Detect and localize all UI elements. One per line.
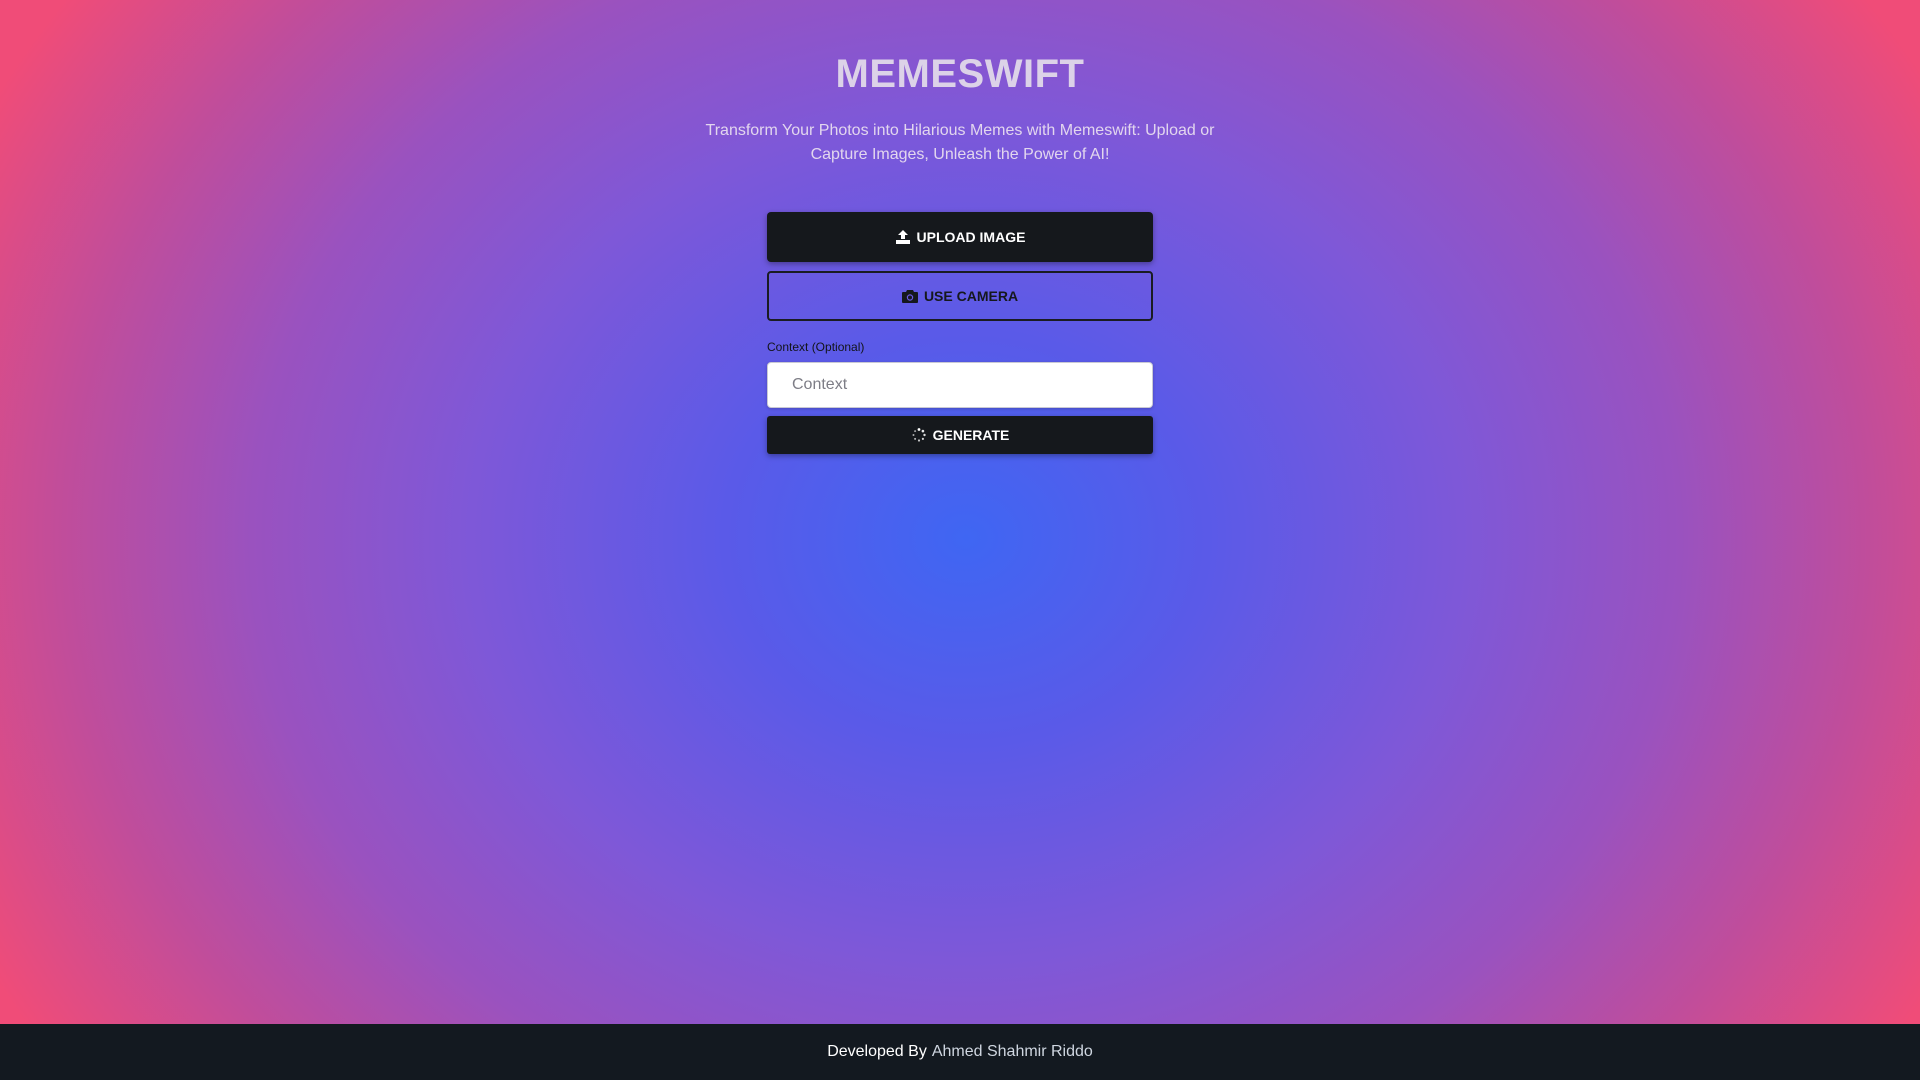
context-field-wrapper — [767, 362, 1153, 408]
context-label: Context (Optional) — [767, 340, 865, 354]
use-camera-label: USE CAMERA — [923, 288, 1019, 304]
context-input[interactable] — [767, 362, 1153, 408]
app-title: MEMESWIFT — [835, 52, 1085, 96]
upload-icon — [895, 229, 911, 245]
footer-prefix: Developed By — [827, 1043, 927, 1060]
use-camera-button[interactable]: USE CAMERA — [767, 271, 1153, 321]
meme-form: UPLOAD IMAGE USE CAMERA Context (Optiona… — [767, 212, 1153, 454]
footer: Developed By Ahmed Shahmir Riddo — [0, 1024, 1920, 1080]
upload-image-button[interactable]: UPLOAD IMAGE — [767, 212, 1153, 262]
app-subtitle: Transform Your Photos into Hilarious Mem… — [705, 122, 1215, 163]
spinner-icon — [911, 427, 927, 443]
generate-label: GENERATE — [932, 427, 1010, 443]
footer-author-link[interactable]: Ahmed Shahmir Riddo — [932, 1043, 1093, 1061]
upload-image-label: UPLOAD IMAGE — [916, 229, 1026, 245]
generate-button[interactable]: GENERATE — [767, 416, 1153, 454]
camera-icon — [901, 288, 918, 304]
